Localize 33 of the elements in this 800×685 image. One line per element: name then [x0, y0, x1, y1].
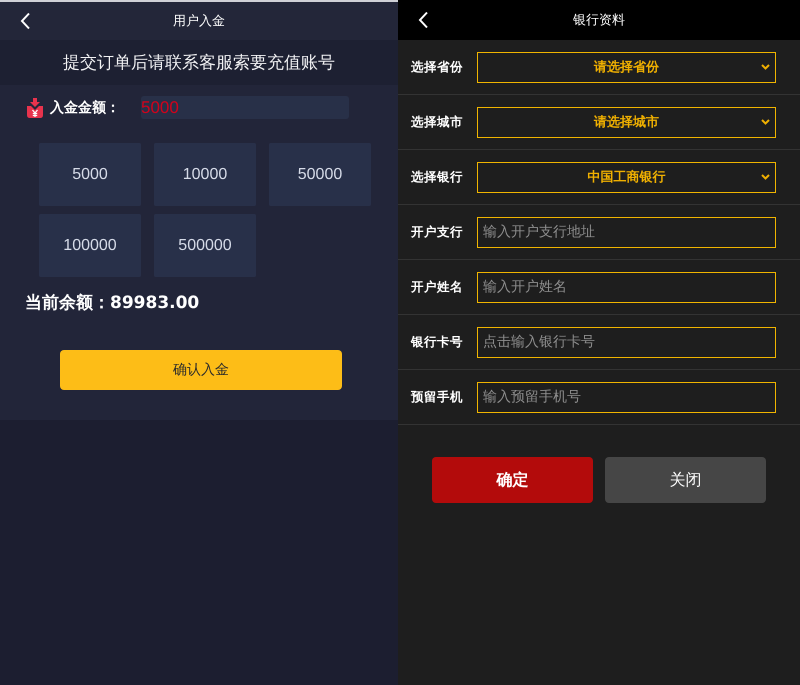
notice-text: 提交订单后请联系客服索要充值账号	[63, 52, 335, 74]
yen-box-icon	[25, 98, 45, 118]
select-field[interactable]: 中国工商银行	[477, 162, 776, 192]
amount-option-button[interactable]: 100000	[39, 214, 141, 277]
balance-text: 当前余额：89983.00	[25, 292, 200, 314]
page-title: 用户入金	[173, 13, 225, 30]
amount-option-button[interactable]: 5000	[39, 143, 141, 206]
chevron-down-icon	[761, 64, 770, 70]
field-label: 选择省份	[411, 58, 464, 76]
input-field[interactable]: 输入开户姓名	[477, 272, 776, 302]
amount-option-button[interactable]: 10000	[154, 143, 256, 206]
confirm-button[interactable]: 确定	[432, 457, 593, 503]
page-title: 银行资料	[573, 12, 625, 29]
close-button[interactable]: 关闭	[605, 457, 766, 503]
field-label: 银行卡号	[411, 334, 464, 350]
input-field[interactable]: 输入开户支行地址	[477, 216, 776, 248]
amount-label: 入金金额：	[50, 98, 121, 116]
amount-option-button[interactable]: 500000	[154, 214, 256, 277]
input-field[interactable]: 输入预留手机号	[477, 382, 776, 412]
field-label: 选择银行	[411, 168, 464, 186]
back-icon[interactable]	[418, 12, 429, 28]
field-label: 选择城市	[411, 114, 464, 130]
chevron-down-icon	[761, 119, 770, 125]
field-label: 预留手机	[411, 388, 464, 406]
select-field[interactable]: 请选择省份	[477, 52, 776, 82]
field-label: 开户姓名	[411, 278, 464, 296]
confirm-deposit-button[interactable]: 确认入金	[60, 350, 342, 390]
field-label: 开户支行	[411, 224, 464, 240]
amount-option-button[interactable]: 50000	[269, 143, 371, 206]
select-field[interactable]: 请选择城市	[477, 106, 776, 138]
back-icon[interactable]	[20, 12, 31, 30]
input-field[interactable]: 点击输入银行卡号	[477, 326, 776, 358]
chevron-down-icon	[761, 174, 770, 180]
